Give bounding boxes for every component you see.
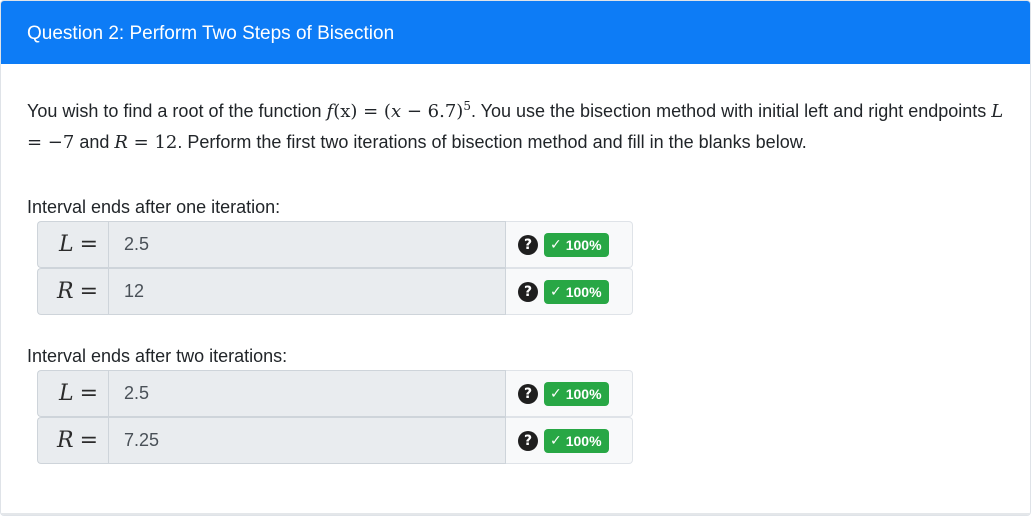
score-badge: ✓ 100% [544, 279, 609, 304]
answer-row: R = 7.25 ? ✓ 100% [37, 417, 633, 464]
score-text: 100% [565, 385, 602, 402]
question-prompt: You wish to find a root of the function … [27, 91, 1007, 158]
variable-label: L = [37, 221, 108, 268]
answer-status: ? ✓ 100% [506, 417, 633, 464]
prompt-text-4: . Perform the first two iterations of bi… [177, 132, 807, 152]
answer-status: ? ✓ 100% [506, 370, 633, 417]
equals-sign: = [79, 232, 98, 257]
answer-status: ? ✓ 100% [506, 268, 633, 315]
answer-input[interactable]: 2.5 [108, 221, 506, 268]
prompt-text-1: You wish to find a root of the function [27, 101, 327, 121]
question-title: Question 2: Perform Two Steps of Bisecti… [27, 23, 395, 44]
question-body: You wish to find a root of the function … [1, 64, 1030, 464]
question-header: Question 2: Perform Two Steps of Bisecti… [1, 1, 1030, 64]
variable-symbol: L [58, 381, 74, 406]
variable-label: R = [37, 268, 108, 315]
math-fx-arg: (x) [333, 101, 358, 122]
answer-status: ? ✓ 100% [506, 221, 633, 268]
answer-input[interactable]: 2.5 [108, 370, 506, 417]
equals-sign: = [79, 428, 98, 453]
check-icon: ✓ [550, 283, 562, 300]
check-icon: ✓ [550, 432, 562, 449]
answer-row: R = 12 ? ✓ 100% [37, 268, 633, 315]
score-badge: ✓ 100% [544, 428, 609, 453]
score-text: 100% [565, 432, 602, 449]
answer-value: 2.5 [124, 383, 150, 403]
prompt-text-3: and [74, 132, 115, 152]
score-text: 100% [565, 283, 602, 300]
math-R: R [114, 132, 128, 153]
variable-symbol: L [58, 232, 74, 257]
help-icon[interactable]: ? [518, 234, 538, 255]
answer-row: L = 2.5 ? ✓ 100% [37, 221, 633, 268]
math-x: x [390, 101, 402, 122]
variable-symbol: R [56, 428, 74, 453]
help-icon[interactable]: ? [518, 281, 538, 302]
math-L-value: = −7 [27, 132, 75, 153]
answer-input[interactable]: 12 [108, 268, 506, 315]
answer-input[interactable]: 7.25 [108, 417, 506, 464]
question-card: Question 2: Perform Two Steps of Bisecti… [0, 0, 1031, 516]
math-exponent: 5 [463, 99, 471, 113]
help-icon[interactable]: ? [518, 430, 538, 451]
answer-value: 2.5 [124, 234, 150, 254]
variable-label: L = [37, 370, 108, 417]
answer-value: 12 [124, 281, 145, 301]
score-badge: ✓ 100% [544, 381, 609, 406]
equals-sign: = [79, 279, 98, 304]
score-badge: ✓ 100% [544, 232, 609, 257]
check-icon: ✓ [550, 236, 562, 253]
math-eq: = ( [357, 101, 391, 122]
math-R-value: = 12 [127, 132, 178, 153]
section-label-second-iteration: Interval ends after two iterations: [27, 346, 288, 366]
variable-symbol: R [56, 279, 74, 304]
section-label-first-iteration: Interval ends after one iteration: [27, 197, 281, 217]
variable-label: R = [37, 417, 108, 464]
math-minus: − 6.7) [401, 101, 464, 122]
check-icon: ✓ [550, 385, 562, 402]
score-text: 100% [565, 236, 602, 253]
card-bottom-border [1, 513, 1030, 515]
prompt-text-2: . You use the bisection method with init… [470, 101, 992, 121]
help-icon[interactable]: ? [518, 383, 538, 404]
answer-value: 7.25 [124, 430, 160, 450]
answer-row: L = 2.5 ? ✓ 100% [37, 370, 633, 417]
equals-sign: = [79, 381, 98, 406]
math-L: L [991, 101, 1004, 122]
